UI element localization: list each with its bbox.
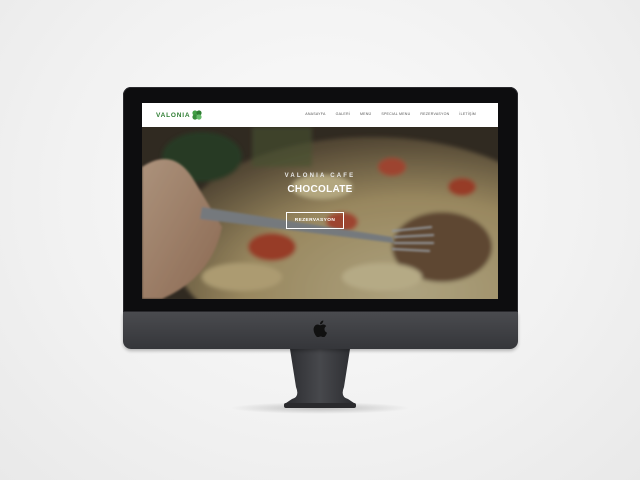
reservation-button[interactable]: REZERVASYON [286,212,344,229]
monitor-chin [123,312,518,349]
nav-item-iletisim[interactable]: İLETİŞİM [459,112,476,116]
brand-name: VALONIA [156,111,191,119]
hero-title: CHOCOLATE [287,184,353,195]
nav-item-anasayfa[interactable]: ANASAYFA [305,112,325,116]
website-screen: VALONIA ANASAYFA GALERİ MENÜ SPECIAL MEN… [142,103,498,299]
apple-logo-icon [313,320,327,337]
nav-item-menu[interactable]: MENÜ [360,112,371,116]
nav-item-rezervasyon[interactable]: REZERVASYON [420,112,449,116]
hero-section: VALONIA CAFE CHOCOLATE REZERVASYON [142,127,498,299]
nav-item-special-menu[interactable]: SPECIAL MENU [381,112,410,116]
monitor-stand [284,349,356,408]
brand-logo[interactable]: VALONIA [156,109,203,121]
nav-item-galeri[interactable]: GALERİ [336,112,350,116]
navbar: VALONIA ANASAYFA GALERİ MENÜ SPECIAL MEN… [142,103,498,127]
main-nav: ANASAYFA GALERİ MENÜ SPECIAL MENU REZERV… [305,112,476,116]
hero-subtitle: VALONIA CAFE [284,173,356,179]
clover-leaf-icon [192,110,202,120]
